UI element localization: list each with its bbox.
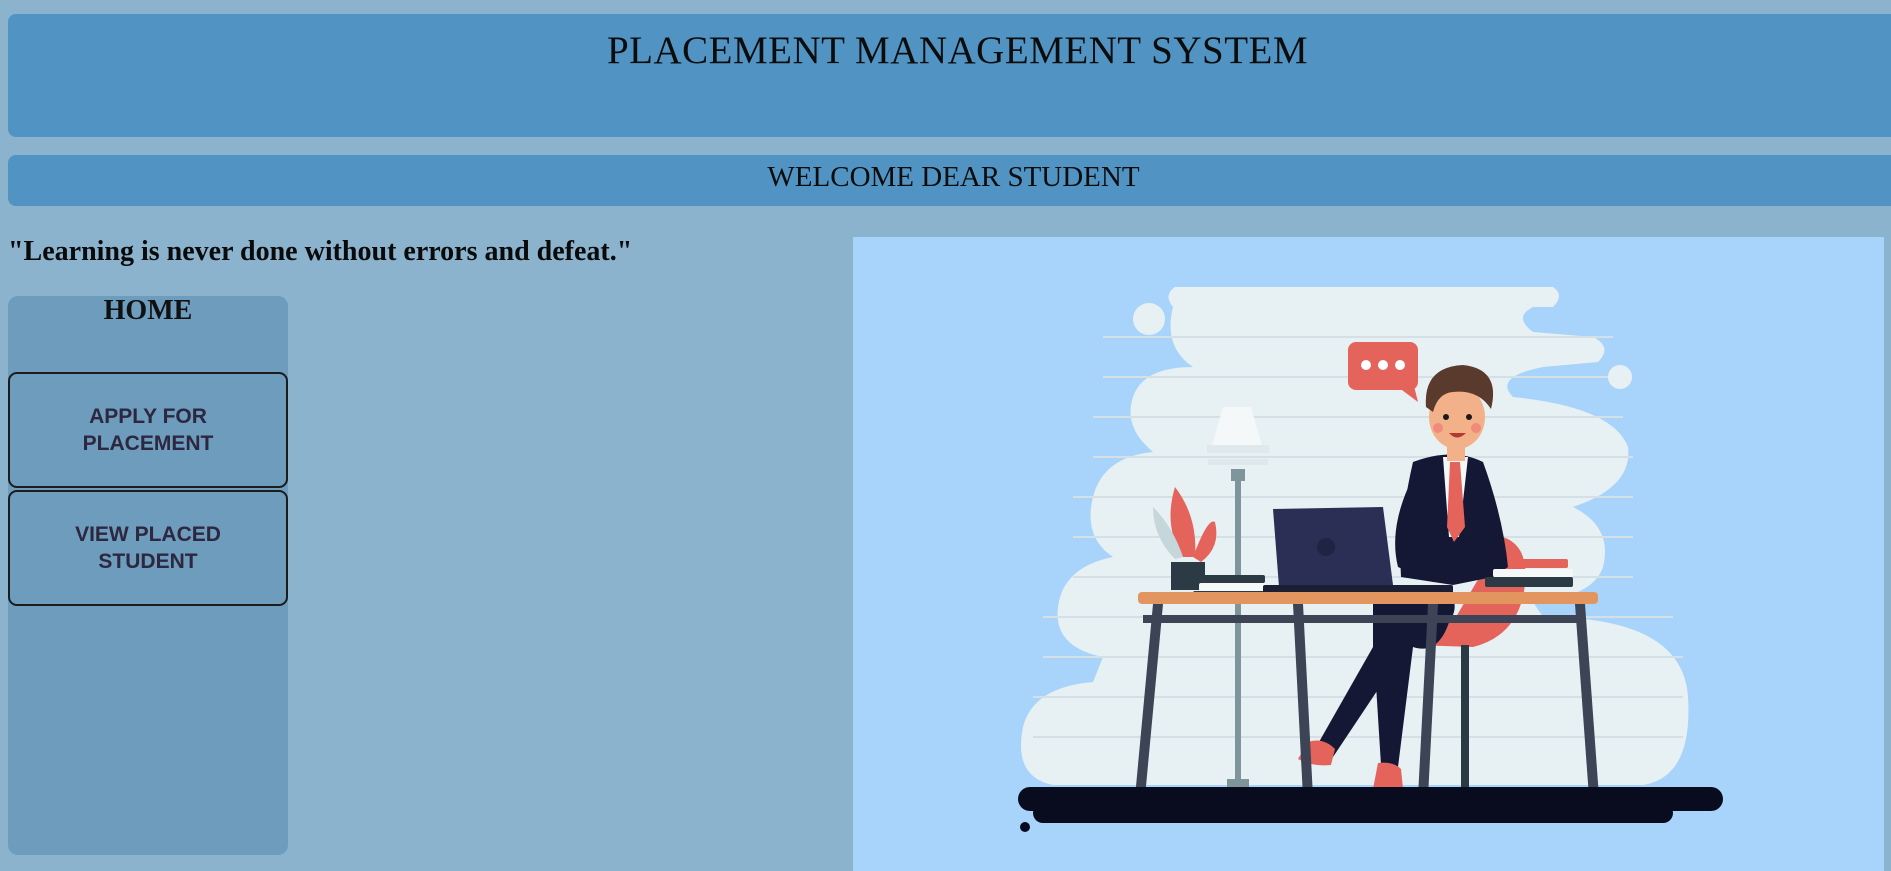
- sidebar: HOME APPLY FOR PLACEMENT VIEW PLACED STU…: [8, 296, 288, 855]
- welcome-text: WELCOME DEAR STUDENT: [767, 161, 1140, 193]
- apply-for-placement-label: APPLY FOR PLACEMENT: [82, 405, 214, 455]
- apply-for-placement-button[interactable]: APPLY FOR PLACEMENT: [8, 372, 288, 488]
- page-header: PLACEMENT MANAGEMENT SYSTEM: [8, 14, 1891, 137]
- illustration-svg: [1018, 287, 1723, 832]
- view-placed-student-label: VIEW PLACED STUDENT: [75, 523, 221, 573]
- student-at-desk-illustration: [853, 237, 1884, 871]
- quote-text: "Learning is never done without errors a…: [8, 236, 633, 267]
- app-title: PLACEMENT MANAGEMENT SYSTEM: [606, 29, 1309, 72]
- sidebar-home-link[interactable]: HOME: [8, 296, 288, 326]
- view-placed-student-button[interactable]: VIEW PLACED STUDENT: [8, 490, 288, 606]
- floor-shadow: [1018, 787, 1723, 832]
- welcome-banner: WELCOME DEAR STUDENT: [8, 155, 1891, 206]
